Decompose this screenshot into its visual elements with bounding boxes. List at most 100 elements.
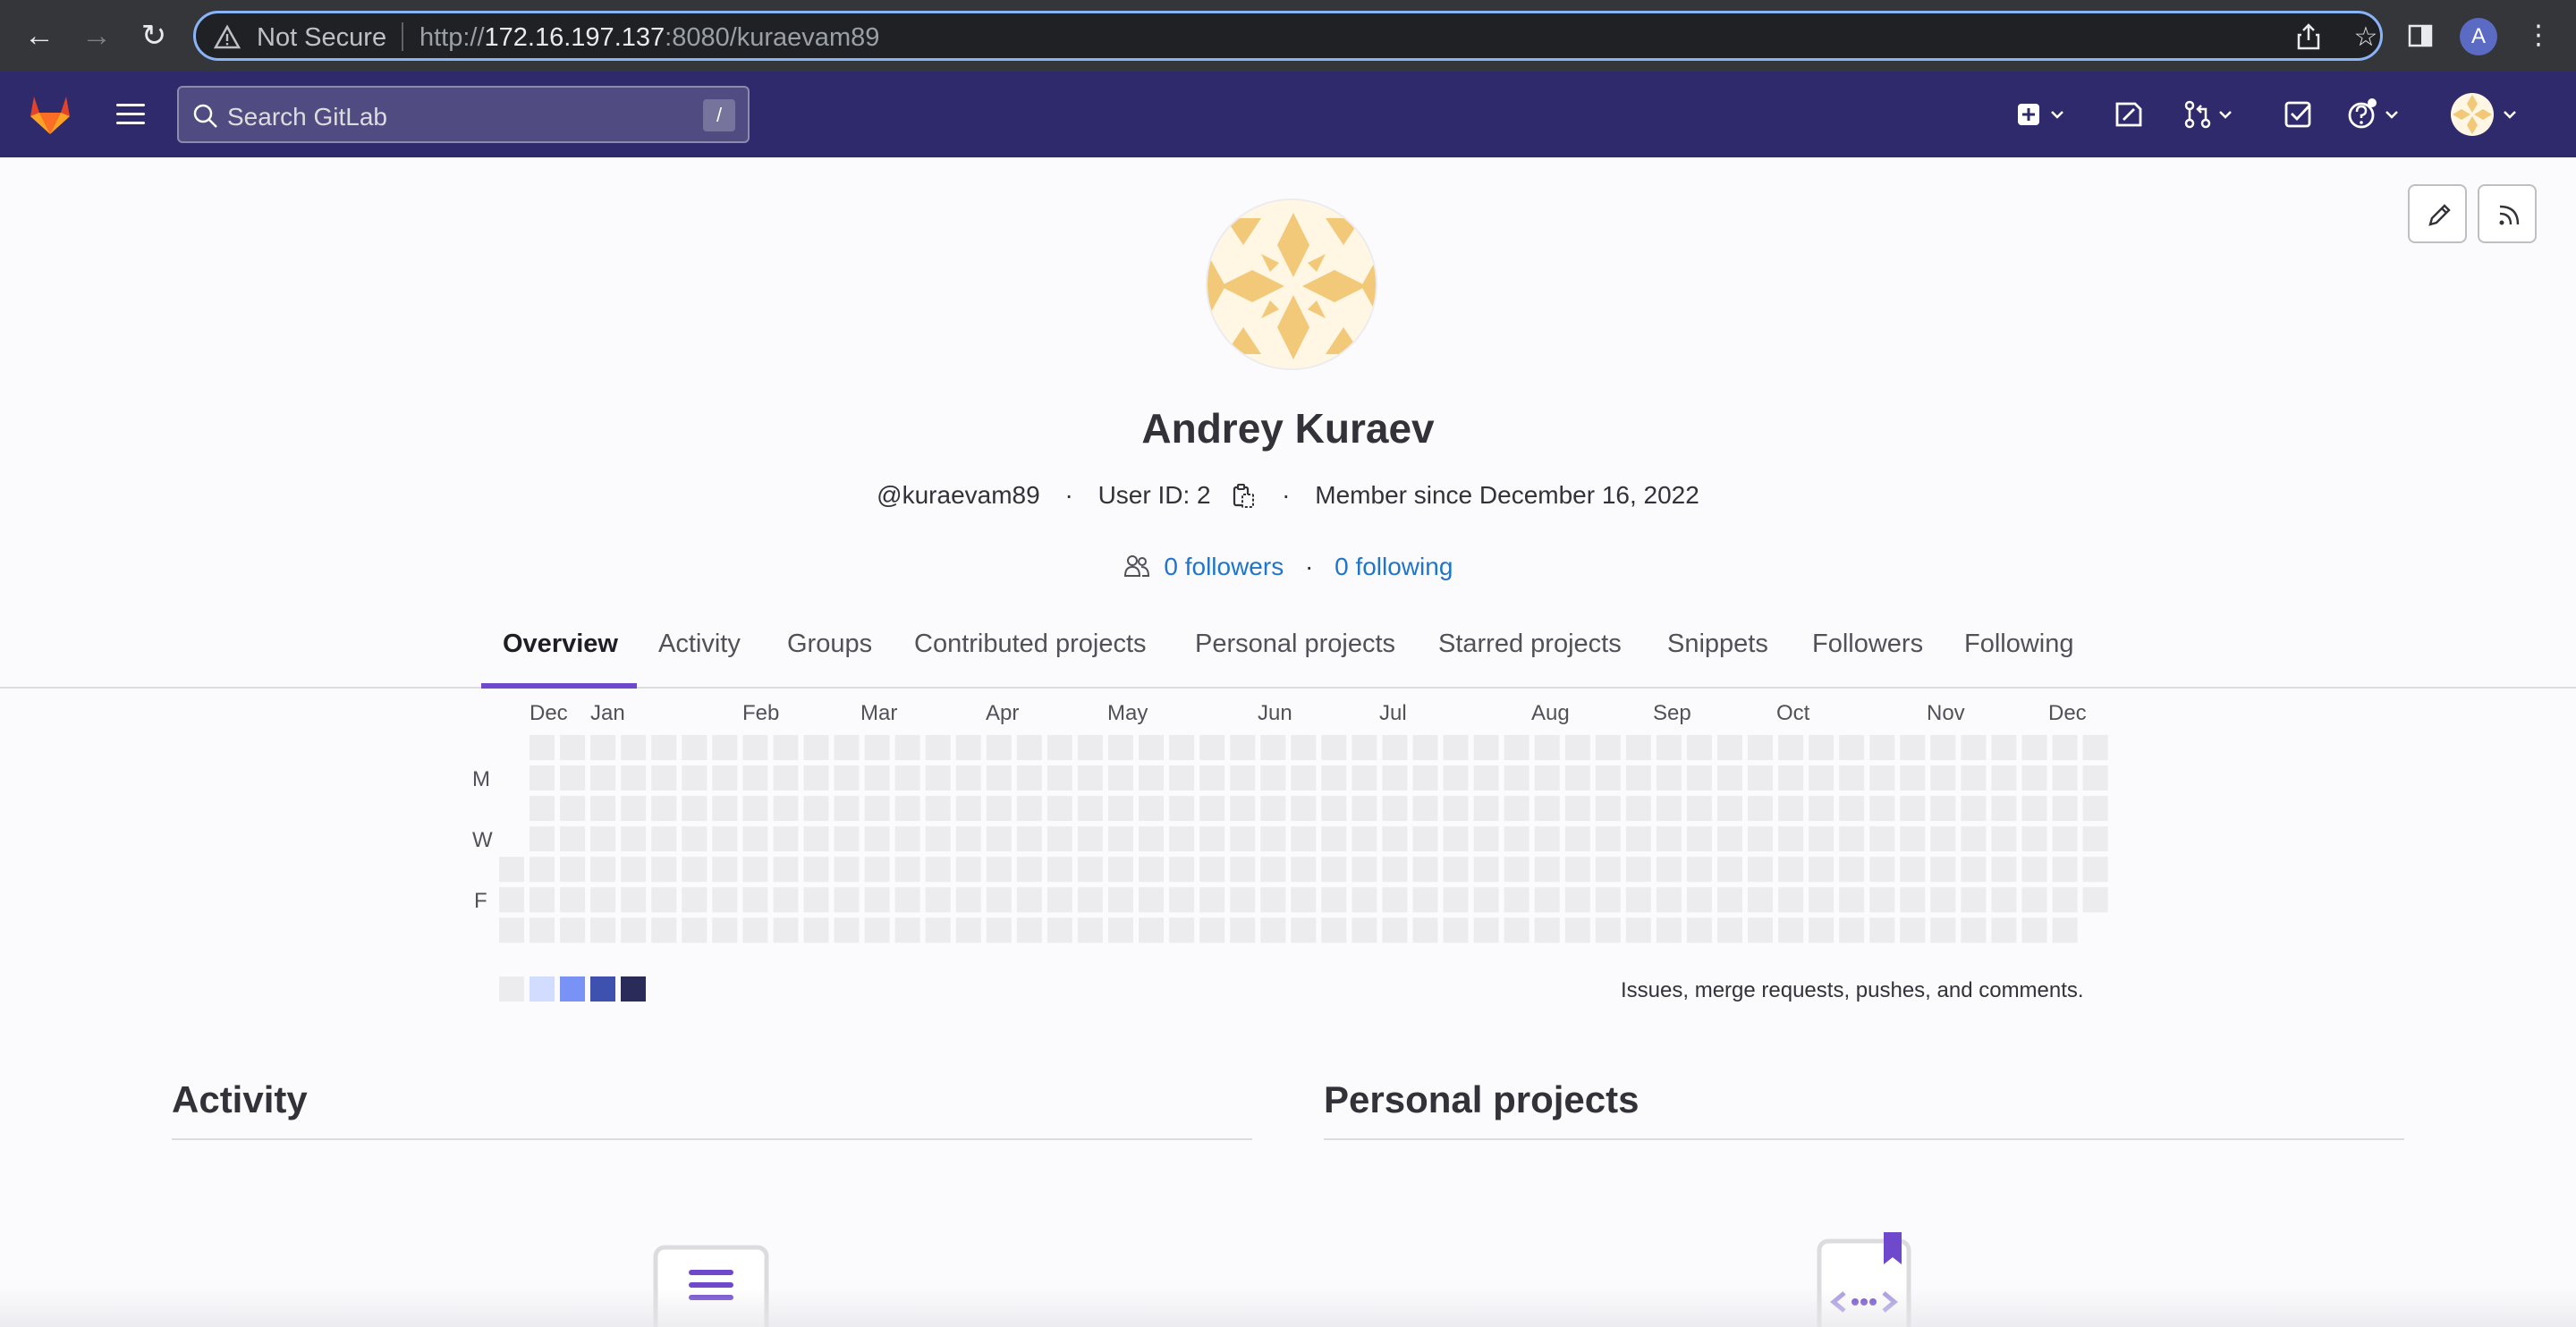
calendar-day-cell[interactable] <box>1504 826 1530 852</box>
calendar-day-cell[interactable] <box>1260 857 1286 883</box>
calendar-day-cell[interactable] <box>1382 917 1408 943</box>
calendar-day-cell[interactable] <box>1961 826 1987 852</box>
calendar-day-cell[interactable] <box>2052 735 2078 760</box>
calendar-day-cell[interactable] <box>1291 917 1317 943</box>
calendar-day-cell[interactable] <box>1839 917 1865 943</box>
calendar-day-cell[interactable] <box>1930 887 1956 913</box>
calendar-day-cell[interactable] <box>1686 826 1712 852</box>
calendar-day-cell[interactable] <box>1139 887 1164 913</box>
calendar-day-cell[interactable] <box>1352 887 1377 913</box>
calendar-day-cell[interactable] <box>1869 887 1895 913</box>
calendar-day-cell[interactable] <box>1625 917 1651 943</box>
calendar-day-cell[interactable] <box>834 796 860 822</box>
calendar-day-cell[interactable] <box>1291 765 1317 790</box>
calendar-day-cell[interactable] <box>1839 796 1865 822</box>
calendar-day-cell[interactable] <box>2052 887 2078 913</box>
calendar-day-cell[interactable] <box>742 887 768 913</box>
calendar-day-cell[interactable] <box>1473 917 1499 943</box>
calendar-day-cell[interactable] <box>1564 735 1590 760</box>
calendar-day-cell[interactable] <box>986 735 1012 760</box>
calendar-day-cell[interactable] <box>1260 826 1286 852</box>
calendar-day-cell[interactable] <box>1900 917 1926 943</box>
calendar-day-cell[interactable] <box>1412 826 1438 852</box>
calendar-day-cell[interactable] <box>1230 887 1256 913</box>
calendar-day-cell[interactable] <box>2082 857 2108 883</box>
calendar-day-cell[interactable] <box>621 796 647 822</box>
calendar-day-cell[interactable] <box>499 887 524 913</box>
calendar-day-cell[interactable] <box>834 917 860 943</box>
calendar-day-cell[interactable] <box>1046 796 1072 822</box>
calendar-day-cell[interactable] <box>834 857 860 883</box>
calendar-day-cell[interactable] <box>1809 857 1835 883</box>
calendar-day-cell[interactable] <box>1443 917 1469 943</box>
calendar-day-cell[interactable] <box>1260 735 1286 760</box>
calendar-day-cell[interactable] <box>1199 887 1225 913</box>
calendar-day-cell[interactable] <box>773 765 799 790</box>
calendar-day-cell[interactable] <box>864 796 890 822</box>
calendar-day-cell[interactable] <box>590 917 616 943</box>
calendar-day-cell[interactable] <box>682 735 708 760</box>
calendar-day-cell[interactable] <box>773 735 799 760</box>
calendar-day-cell[interactable] <box>1077 887 1103 913</box>
calendar-day-cell[interactable] <box>1717 887 1742 913</box>
calendar-day-cell[interactable] <box>1686 857 1712 883</box>
calendar-day-cell[interactable] <box>803 887 829 913</box>
calendar-day-cell[interactable] <box>712 917 738 943</box>
calendar-day-cell[interactable] <box>955 735 981 760</box>
calendar-day-cell[interactable] <box>1016 857 1042 883</box>
calendar-day-cell[interactable] <box>682 917 708 943</box>
calendar-day-cell[interactable] <box>1717 735 1742 760</box>
calendar-day-cell[interactable] <box>682 765 708 790</box>
calendar-day-cell[interactable] <box>1230 857 1256 883</box>
calendar-day-cell[interactable] <box>1169 857 1195 883</box>
calendar-day-cell[interactable] <box>651 887 677 913</box>
calendar-day-cell[interactable] <box>1625 826 1651 852</box>
calendar-day-cell[interactable] <box>1778 887 1804 913</box>
calendar-day-cell[interactable] <box>1352 857 1377 883</box>
calendar-day-cell[interactable] <box>1016 735 1042 760</box>
calendar-day-cell[interactable] <box>1321 887 1347 913</box>
calendar-day-cell[interactable] <box>1139 857 1164 883</box>
calendar-day-cell[interactable] <box>803 917 829 943</box>
calendar-day-cell[interactable] <box>1534 765 1560 790</box>
calendar-day-cell[interactable] <box>1504 765 1530 790</box>
calendar-day-cell[interactable] <box>712 887 738 913</box>
calendar-day-cell[interactable] <box>1534 826 1560 852</box>
calendar-day-cell[interactable] <box>742 857 768 883</box>
calendar-day-cell[interactable] <box>1656 735 1682 760</box>
calendar-day-cell[interactable] <box>712 826 738 852</box>
calendar-day-cell[interactable] <box>1382 796 1408 822</box>
calendar-day-cell[interactable] <box>530 887 555 913</box>
calendar-day-cell[interactable] <box>1564 826 1590 852</box>
calendar-day-cell[interactable] <box>864 887 890 913</box>
calendar-day-cell[interactable] <box>1139 826 1164 852</box>
calendar-day-cell[interactable] <box>1443 796 1469 822</box>
calendar-day-cell[interactable] <box>1564 765 1590 790</box>
calendar-day-cell[interactable] <box>1961 917 1987 943</box>
calendar-day-cell[interactable] <box>1595 917 1621 943</box>
calendar-day-cell[interactable] <box>773 857 799 883</box>
calendar-day-cell[interactable] <box>1900 887 1926 913</box>
calendar-day-cell[interactable] <box>1260 796 1286 822</box>
calendar-day-cell[interactable] <box>560 857 586 883</box>
calendar-day-cell[interactable] <box>1108 917 1133 943</box>
calendar-day-cell[interactable] <box>773 826 799 852</box>
calendar-day-cell[interactable] <box>1230 796 1256 822</box>
calendar-day-cell[interactable] <box>1625 735 1651 760</box>
calendar-day-cell[interactable] <box>1504 917 1530 943</box>
calendar-day-cell[interactable] <box>986 887 1012 913</box>
calendar-day-cell[interactable] <box>1412 765 1438 790</box>
calendar-day-cell[interactable] <box>1108 826 1133 852</box>
calendar-day-cell[interactable] <box>499 917 524 943</box>
calendar-day-cell[interactable] <box>2052 857 2078 883</box>
calendar-day-cell[interactable] <box>712 796 738 822</box>
calendar-day-cell[interactable] <box>1748 857 1773 883</box>
calendar-day-cell[interactable] <box>1900 735 1926 760</box>
calendar-day-cell[interactable] <box>1809 796 1835 822</box>
calendar-day-cell[interactable] <box>1900 826 1926 852</box>
calendar-day-cell[interactable] <box>682 826 708 852</box>
calendar-day-cell[interactable] <box>925 857 951 883</box>
calendar-day-cell[interactable] <box>1809 887 1835 913</box>
calendar-day-cell[interactable] <box>1656 887 1682 913</box>
calendar-day-cell[interactable] <box>864 826 890 852</box>
